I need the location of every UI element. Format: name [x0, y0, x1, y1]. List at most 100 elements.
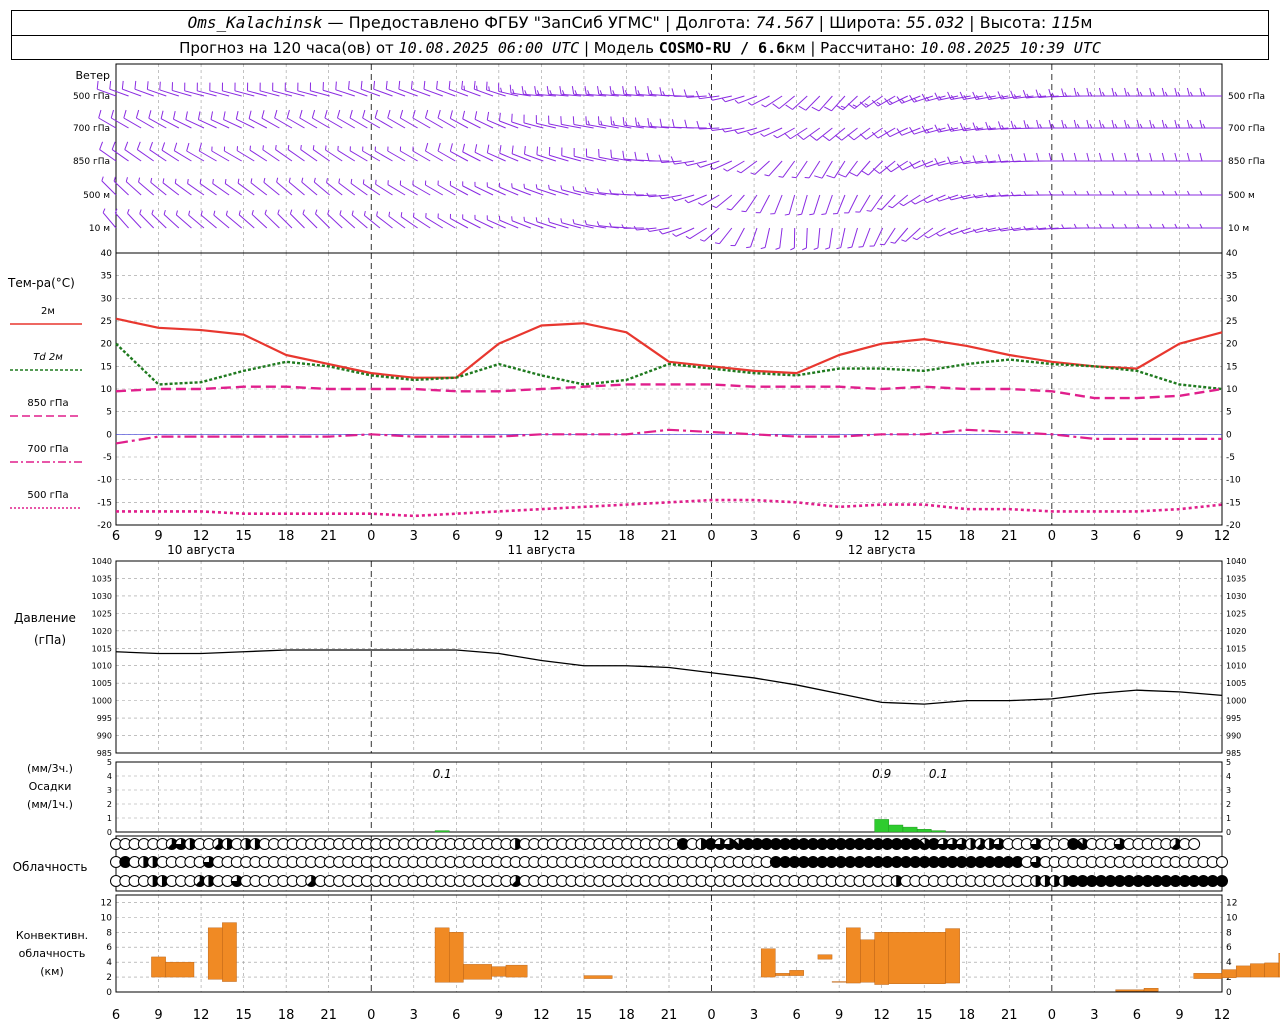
wind-barb-staff: [114, 212, 129, 229]
wind-barb-feather: [622, 150, 625, 160]
time-tick-label: 15: [916, 529, 933, 544]
wind-barb: [523, 114, 544, 129]
wind-level-label: 700 гПа: [73, 124, 110, 134]
y-tick-label: 0: [1226, 430, 1232, 440]
y-tick-label: 1020: [1226, 627, 1246, 636]
time-tick-label: 6: [452, 1008, 460, 1023]
wind-barb-feather: [548, 217, 550, 223]
wind-barb-feather: [476, 85, 478, 91]
wind-barb-feather: [336, 109, 341, 119]
wind-barb-feather: [288, 177, 291, 183]
wind-barb-staff: [187, 183, 205, 196]
wind-barb-staff: [851, 227, 859, 248]
convective-bar: [583, 975, 613, 979]
wind-barb-staff: [263, 181, 280, 196]
wind-barb: [410, 80, 431, 97]
wind-barb-feather: [264, 209, 267, 215]
wind-barb: [888, 194, 909, 209]
y-tick-label: 2: [106, 973, 112, 983]
wind-barb: [473, 80, 494, 97]
wind-barb: [775, 227, 783, 250]
wind-barb: [1086, 119, 1109, 129]
wind-barb: [363, 210, 381, 229]
wind-barb-feather: [1189, 91, 1193, 97]
wind-barb-feather: [523, 216, 525, 222]
wind-barb-feather: [761, 104, 766, 108]
wind-level-label: 700 гПа: [1228, 124, 1265, 134]
wind-barb-feather: [185, 111, 188, 120]
time-tick-label: 9: [1175, 1008, 1183, 1023]
wind-barb-feather: [1061, 119, 1065, 129]
wind-barb: [1111, 152, 1135, 162]
wind-barb-feather: [213, 210, 216, 216]
wind-barb: [790, 227, 796, 251]
wind-barb: [791, 160, 808, 179]
convective-bar: [817, 954, 833, 960]
wind-barb-feather: [1036, 190, 1040, 196]
wind-barb: [400, 212, 418, 229]
wind-barb: [1124, 152, 1147, 162]
wind-barb-staff: [951, 227, 971, 236]
wind-barb-feather: [1149, 87, 1153, 97]
wind-barb-staff: [836, 194, 846, 214]
wind-barb-staff: [745, 194, 758, 212]
time-tick-label: 21: [661, 529, 678, 544]
y-tick-label: 1040: [1226, 557, 1246, 566]
wind-barb-staff: [226, 214, 243, 229]
wind-barb-feather: [96, 80, 99, 90]
wind-barb-staff: [636, 194, 657, 197]
time-tick-label: 12: [873, 1008, 890, 1023]
wind-barb-feather: [888, 100, 893, 104]
wind-barb: [647, 118, 670, 129]
wind-barb-feather: [1098, 152, 1102, 162]
wind-barb-feather: [847, 246, 852, 249]
wind-level-label: 500 гПа: [1228, 92, 1265, 102]
wind-barb-feather: [410, 80, 413, 90]
wind-barb-feather: [909, 161, 915, 169]
wind-barb: [869, 227, 884, 247]
wind-barb-feather: [237, 178, 240, 184]
wind-barb-feather: [448, 80, 451, 90]
wind-barb: [449, 110, 469, 129]
wind-barb-staff: [127, 213, 142, 229]
wind-barb: [1174, 223, 1197, 229]
wind-level-label: 500 гПа: [73, 92, 110, 102]
y-tick-label: 2: [107, 800, 112, 809]
cloud-symbol: [1216, 856, 1228, 868]
time-tick-label: 12: [193, 1008, 210, 1023]
wind-barb-staff: [774, 194, 783, 214]
wind-barb-feather: [1102, 91, 1105, 97]
wind-barb-feather: [1010, 226, 1015, 231]
wind-barb: [461, 80, 481, 97]
wind-barb-feather: [864, 103, 869, 107]
wind-barb-feather: [1073, 119, 1077, 129]
wind-barb-feather: [936, 232, 941, 237]
wind-barb-feather: [560, 116, 562, 125]
y-tick-label: 1000: [1226, 697, 1246, 706]
wind-title: Ветер: [76, 69, 110, 82]
wind-barb-staff: [801, 194, 808, 215]
wind-barb-feather: [834, 134, 843, 141]
convective-bar: [1250, 963, 1265, 978]
wind-barb-staff: [817, 227, 821, 248]
wind-barb: [499, 145, 519, 162]
wind-barb-feather: [462, 143, 466, 152]
wind-barb-feather: [824, 106, 832, 112]
wind-barb: [251, 209, 268, 229]
precip-bar: [874, 819, 889, 833]
time-tick-label: 3: [750, 1008, 758, 1023]
wind-barb: [1073, 87, 1097, 97]
wind-barb: [424, 180, 444, 196]
wind-barb-feather: [646, 152, 650, 162]
time-tick-label: 21: [320, 1008, 337, 1023]
wind-barb: [376, 211, 393, 229]
wind-barb-staff: [200, 214, 217, 229]
wind-barb-feather: [866, 210, 872, 212]
conv-label: облачность: [19, 947, 86, 960]
wind-barb-staff: [816, 127, 833, 141]
wind-barb-feather: [1164, 123, 1168, 129]
wind-barb-feather: [412, 109, 416, 119]
wind-barb: [423, 80, 443, 97]
wind-barb-feather: [784, 132, 791, 140]
wind-barb-feather: [840, 105, 846, 109]
